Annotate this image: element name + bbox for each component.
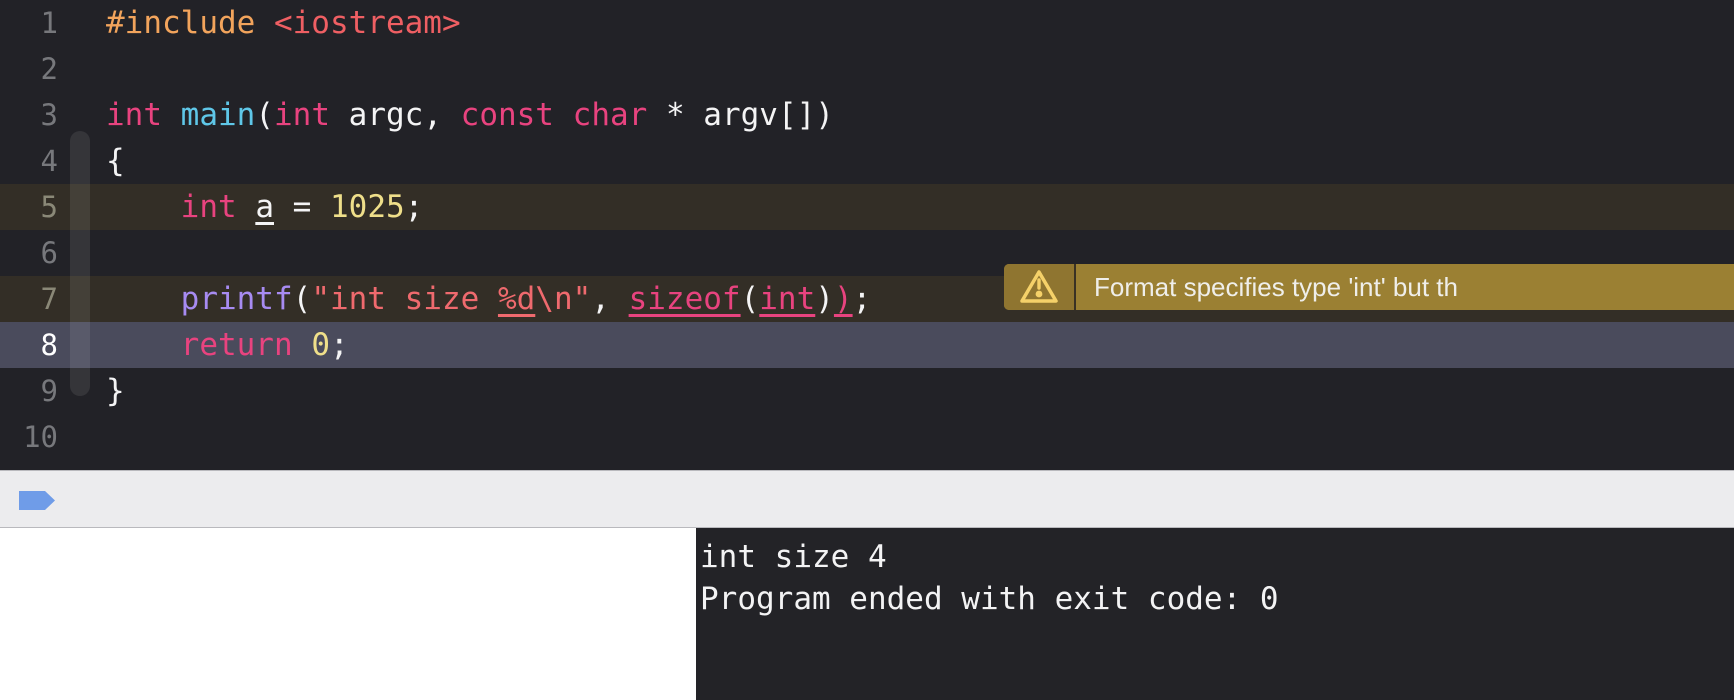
warning-icon-container — [1004, 264, 1076, 310]
code-token: ( — [292, 281, 312, 317]
code-token: { — [106, 143, 125, 179]
code-token: ) — [815, 281, 834, 317]
code-line-text: #include <iostream> — [106, 0, 461, 46]
code-token: #include — [106, 5, 256, 41]
line-number: 1 — [40, 6, 58, 40]
code-token: } — [106, 373, 125, 409]
code-fold-indicator[interactable] — [70, 131, 90, 396]
code-token: 1025 — [330, 189, 405, 225]
line-number: 9 — [40, 374, 58, 408]
code-line[interactable]: 1 #include <iostream> — [0, 0, 1734, 46]
code-token: ; — [404, 189, 424, 225]
code-line[interactable]: 8 return 0; — [0, 322, 1734, 368]
variables-pane[interactable] — [0, 528, 696, 700]
code-token: ; — [852, 281, 872, 317]
code-token: sizeof — [628, 281, 741, 317]
warning-message-text: Format specifies type 'int' but th — [1094, 271, 1458, 302]
console-line: int size 4 — [700, 539, 887, 575]
code-editor[interactable]: 1 #include <iostream> 2 3 int main(int argc,… — [0, 0, 1734, 470]
code-token: int — [759, 281, 816, 317]
code-token: ( — [255, 97, 274, 133]
code-line[interactable]: 5 int a = 1025; — [0, 184, 1734, 230]
line-number: 7 — [40, 282, 58, 316]
code-line-list[interactable]: 1 #include <iostream> 2 3 int main(int argc,… — [0, 0, 1734, 460]
code-line[interactable]: 3 int main(int argc, const char * argv[]) — [0, 92, 1734, 138]
code-token: %d — [497, 281, 536, 317]
code-token: int — [274, 97, 330, 133]
warning-triangle-icon — [1020, 270, 1058, 303]
code-line-text: printf("int size %d\n", sizeof(int)); — [106, 276, 872, 322]
code-line[interactable]: 4{ — [0, 138, 1734, 184]
console-output-pane[interactable]: int size 4 Program ended with exit code: … — [696, 528, 1734, 700]
xcode-editor-window: 1 #include <iostream> 2 3 int main(int argc,… — [0, 0, 1734, 700]
code-line[interactable]: 9} — [0, 368, 1734, 414]
line-number: 2 — [40, 52, 58, 86]
code-token: "int size — [311, 281, 498, 317]
code-token: const — [460, 97, 554, 133]
code-token: int — [180, 189, 237, 225]
code-token: a — [255, 189, 274, 225]
code-line-text: return 0; — [106, 322, 349, 368]
code-token: argc, — [330, 97, 461, 133]
line-number: 3 — [40, 98, 58, 132]
code-line[interactable]: 2 — [0, 46, 1734, 92]
code-token: int — [106, 97, 162, 133]
code-token: , — [591, 281, 629, 317]
line-number: 4 — [40, 144, 58, 178]
code-token: <iostream> — [273, 5, 461, 41]
code-token: main — [180, 97, 256, 133]
code-token: * argv[]) — [647, 97, 834, 133]
code-line-text: int a = 1025; — [106, 184, 424, 230]
line-number: 8 — [40, 328, 58, 362]
code-token: char — [572, 97, 648, 133]
blue-flag-icon[interactable] — [19, 491, 55, 510]
debug-toolbar[interactable] — [0, 470, 1734, 528]
code-token: = — [274, 189, 330, 225]
line-number: 6 — [40, 236, 58, 270]
code-token: return — [180, 327, 293, 363]
line-number: 10 — [23, 420, 58, 454]
code-token: ) — [833, 281, 853, 317]
code-line-text: } — [106, 368, 125, 414]
console-line: Program ended with exit code: 0 — [700, 581, 1279, 617]
code-line-text: int main(int argc, const char * argv[]) — [106, 92, 834, 138]
line-number: 5 — [40, 190, 58, 224]
code-line-text: { — [106, 138, 125, 184]
console-line-list: int size 4 Program ended with exit code: … — [696, 528, 1734, 620]
code-token: printf — [180, 281, 293, 317]
code-token: ( — [740, 281, 760, 317]
code-token: \n" — [535, 281, 592, 317]
inline-warning-banner[interactable]: Format specifies type 'int' but th — [1004, 264, 1734, 310]
code-token: 0 — [311, 327, 330, 363]
code-token: ; — [329, 327, 349, 363]
code-line[interactable]: 10 — [0, 414, 1734, 460]
